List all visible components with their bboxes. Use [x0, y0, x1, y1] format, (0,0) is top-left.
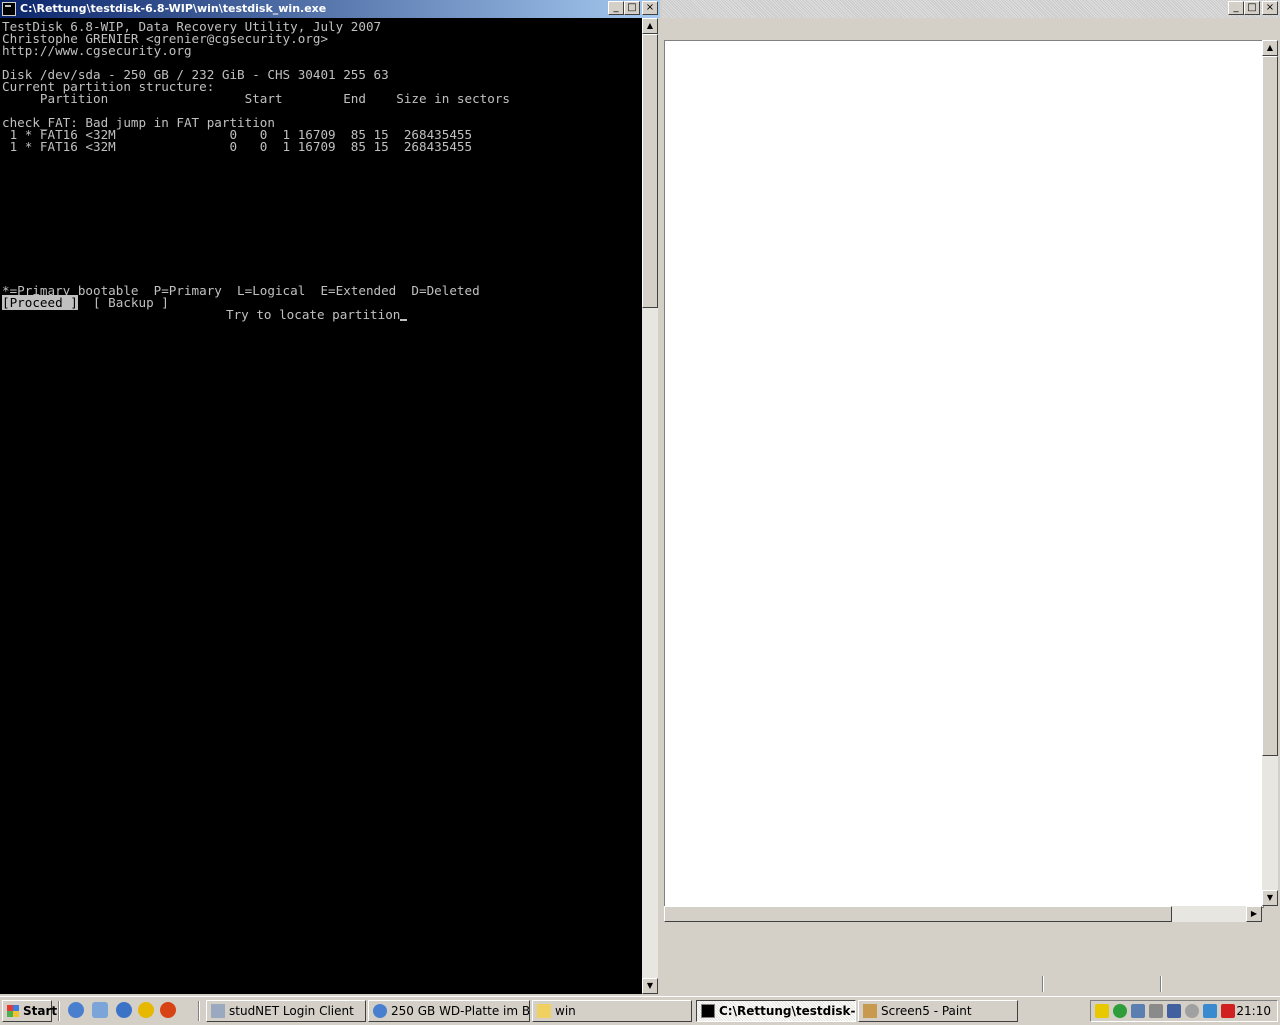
task-win-folder[interactable]: win	[532, 1000, 692, 1022]
task-wd-platte-browser[interactable]: 250 GB WD-Platte im BIO...	[368, 1000, 530, 1022]
console-app-icon[interactable]	[2, 2, 16, 16]
scrollbar-thumb[interactable]	[1262, 56, 1278, 756]
task-label: 250 GB WD-Platte im BIO...	[391, 1004, 530, 1018]
monitor-icon[interactable]	[1131, 1004, 1145, 1018]
system-tray: 21:10	[1090, 1000, 1278, 1022]
network-client-icon	[211, 1004, 225, 1018]
browser-icon[interactable]	[116, 1002, 132, 1018]
scroll-up-arrow-icon[interactable]: ▲	[642, 18, 658, 34]
internet-explorer-icon	[373, 1004, 387, 1018]
text-cursor	[400, 319, 408, 321]
paint-canvas[interactable]	[664, 40, 1264, 908]
paint-window: _ □ × ▲ ▼ ▶	[662, 0, 1280, 996]
start-label: Start	[23, 1004, 58, 1018]
start-button[interactable]: Start	[2, 1000, 57, 1022]
paint-maximize-button[interactable]: □	[1244, 1, 1260, 15]
paint-status-bar	[662, 974, 1280, 994]
media-player-icon[interactable]	[138, 1002, 154, 1018]
console-title: C:\Rettung\testdisk-6.8-WIP\win\testdisk…	[20, 2, 327, 15]
antivirus-icon[interactable]	[1221, 1004, 1235, 1018]
user-icon[interactable]	[92, 1002, 108, 1018]
task-label: studNET Login Client	[229, 1004, 354, 1018]
scrollbar-thumb[interactable]	[664, 906, 1172, 922]
user-icon[interactable]	[1203, 1004, 1217, 1018]
task-screen5-paint[interactable]: Screen5 - Paint	[858, 1000, 1018, 1022]
proceed-option[interactable]: [Proceed ]	[2, 295, 78, 310]
paint-titlebar[interactable]: _ □ ×	[662, 0, 1280, 18]
paint-horizontal-scrollbar[interactable]: ▶	[664, 906, 1262, 922]
internet-explorer-icon[interactable]	[68, 1002, 84, 1018]
paint-close-button[interactable]: ×	[1262, 1, 1278, 15]
scroll-right-arrow-icon[interactable]: ▶	[1246, 906, 1262, 922]
minimize-button[interactable]: _	[608, 1, 624, 15]
taskbar-divider	[198, 1001, 199, 1021]
paint-icon	[863, 1004, 877, 1018]
firefox-icon[interactable]	[160, 1002, 176, 1018]
close-button[interactable]: ×	[642, 1, 658, 15]
console-menu: [Proceed ] [ Backup ]	[2, 295, 169, 310]
testdisk-console-window: C:\Rettung\testdisk-6.8-WIP\win\testdisk…	[0, 0, 660, 996]
task-studnet-login[interactable]: studNET Login Client	[206, 1000, 366, 1022]
scroll-up-arrow-icon[interactable]: ▲	[1262, 40, 1278, 56]
console-line: http://www.cgsecurity.org	[2, 43, 192, 58]
console-icon	[701, 1004, 715, 1018]
task-label: win	[555, 1004, 576, 1018]
taskbar: Start studNET Login Client 250 GB WD-Pla…	[0, 996, 1280, 1025]
console-hint: Try to locate partition	[226, 307, 408, 322]
scroll-down-arrow-icon[interactable]: ▼	[642, 978, 658, 994]
folder-icon	[537, 1004, 551, 1018]
scrollbar-thumb[interactable]	[642, 34, 658, 308]
clock[interactable]: 21:10	[1236, 1001, 1271, 1021]
backup-option[interactable]: [ Backup ]	[93, 295, 169, 310]
paint-minimize-button[interactable]: _	[1228, 1, 1244, 15]
partition-table-header: Partition Start End Size in sectors	[2, 91, 510, 106]
console-vertical-scrollbar[interactable]: ▲ ▼	[642, 18, 658, 994]
network-connection-icon[interactable]	[1167, 1004, 1181, 1018]
windows-logo-icon	[7, 1005, 19, 1017]
taskbar-divider	[58, 1001, 59, 1021]
network-status-icon[interactable]	[1113, 1004, 1127, 1018]
console-titlebar[interactable]: C:\Rettung\testdisk-6.8-WIP\win\testdisk…	[0, 0, 660, 18]
security-shield-icon[interactable]	[1095, 1004, 1109, 1018]
partition-row: 1 * FAT16 <32M 0 0 1 16709 85 15 2684354…	[2, 139, 473, 154]
hint-text: Try to locate partition	[226, 307, 401, 322]
status-divider	[1160, 976, 1161, 992]
maximize-button[interactable]: □	[624, 1, 640, 15]
task-label: C:\Rettung\testdisk-...	[719, 1004, 856, 1018]
volume-icon[interactable]	[1149, 1004, 1163, 1018]
paint-vertical-scrollbar[interactable]: ▲ ▼	[1262, 40, 1278, 906]
scroll-down-arrow-icon[interactable]: ▼	[1262, 890, 1278, 906]
task-label: Screen5 - Paint	[881, 1004, 972, 1018]
status-divider	[1042, 976, 1043, 992]
task-testdisk-console[interactable]: C:\Rettung\testdisk-...	[696, 1000, 856, 1022]
console-output[interactable]: TestDisk 6.8-WIP, Data Recovery Utility,…	[0, 18, 642, 994]
settings-icon[interactable]	[1185, 1004, 1199, 1018]
